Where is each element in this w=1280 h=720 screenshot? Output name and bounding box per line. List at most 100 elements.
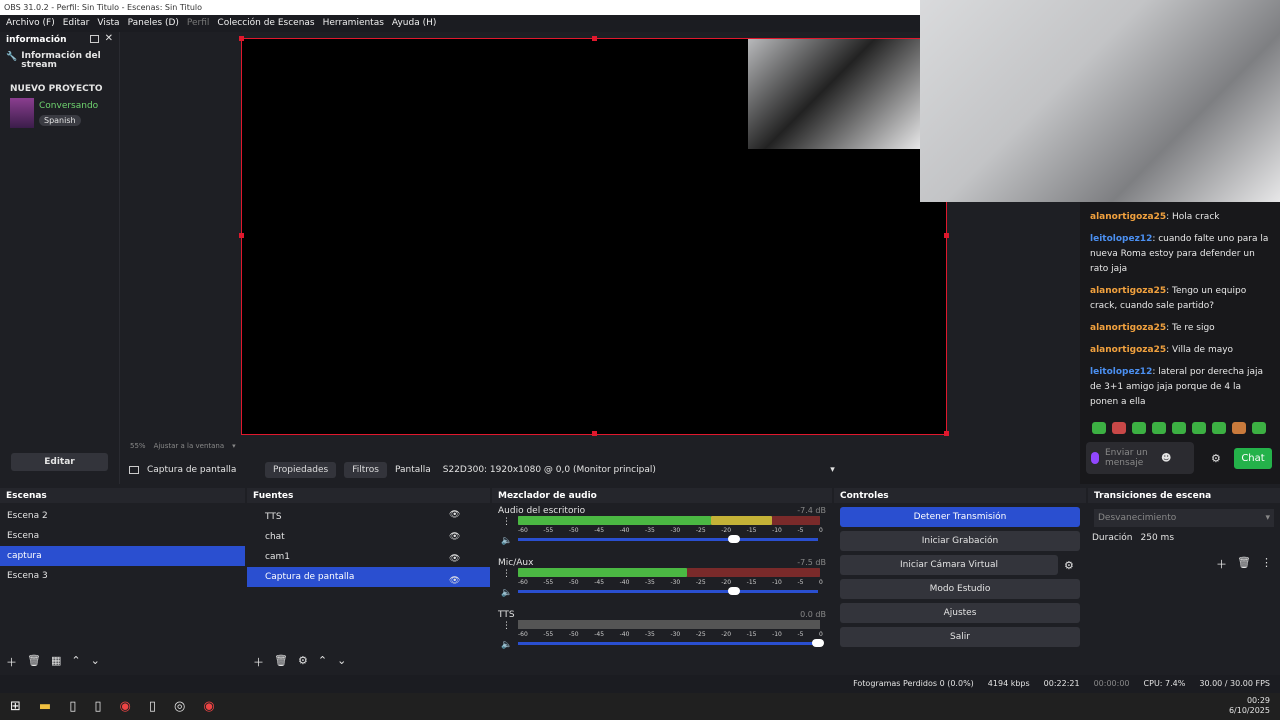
- emote-icon[interactable]: [1112, 422, 1126, 434]
- close-icon[interactable]: ✕: [105, 34, 113, 45]
- menu-file[interactable]: Archivo (F): [2, 15, 59, 32]
- chevron-down-icon: ▾: [1265, 513, 1270, 523]
- menu-tools[interactable]: Herramientas: [319, 15, 388, 32]
- source-toolbar: Captura de pantalla Propiedades Filtros …: [120, 458, 1080, 482]
- emote-icon[interactable]: [1192, 422, 1206, 434]
- chat-username[interactable]: leitolopez12: [1090, 367, 1152, 377]
- chat-input[interactable]: Enviar un mensaje ☻: [1086, 442, 1194, 474]
- menu-help[interactable]: Ayuda (H): [388, 15, 440, 32]
- clock-date: 6/10/2025: [1228, 706, 1270, 715]
- category-name[interactable]: Conversando: [39, 101, 98, 111]
- undock-icon[interactable]: [89, 35, 99, 43]
- sources-toolbar: ＋ 🗑 ⚙ ⌃ ⌄: [253, 654, 346, 670]
- menu-view[interactable]: Vista: [93, 15, 123, 32]
- emote-icon[interactable]: [1232, 422, 1246, 434]
- menu-scene-collection[interactable]: Colección de Escenas: [213, 15, 318, 32]
- gear-icon[interactable]: ⚙: [1064, 559, 1074, 572]
- trash-icon[interactable]: 🗑: [1237, 556, 1251, 572]
- system-clock[interactable]: 00:29 6/10/2025: [1229, 696, 1270, 716]
- trash-icon[interactable]: 🗑: [274, 654, 288, 670]
- windows-start-icon[interactable]: ⊞: [10, 699, 21, 714]
- emote-icon[interactable]: [1152, 422, 1166, 434]
- chrome-icon[interactable]: ◉: [203, 699, 214, 714]
- emote-icon[interactable]: [1252, 422, 1266, 434]
- resize-handle[interactable]: [592, 36, 597, 41]
- settings-button[interactable]: Ajustes: [840, 603, 1080, 623]
- chevron-down-icon: ▾: [830, 465, 835, 475]
- chat-username[interactable]: alanortigoza25: [1090, 345, 1166, 355]
- studio-mode-button[interactable]: Modo Estudio: [840, 579, 1080, 599]
- emote-icon[interactable]: [1212, 422, 1226, 434]
- stream-info-item[interactable]: 🔧 Información del stream: [0, 48, 119, 74]
- menu-edit[interactable]: Editar: [59, 15, 94, 32]
- exit-button[interactable]: Salir: [840, 627, 1080, 647]
- file-explorer-icon[interactable]: ▬: [39, 699, 51, 714]
- resize-handle[interactable]: [239, 233, 244, 238]
- menu-profile[interactable]: Perfil: [183, 15, 214, 32]
- transition-select[interactable]: Desvanecimiento ▾: [1094, 509, 1274, 527]
- project-title: NUEVO PROYECTO: [10, 84, 103, 94]
- gear-icon[interactable]: ⚙: [298, 654, 308, 670]
- duration-label: Duración: [1092, 533, 1133, 543]
- language-tag: Spanish: [39, 115, 81, 126]
- chat-username[interactable]: alanortigoza25: [1090, 212, 1166, 222]
- obs-icon[interactable]: ◎: [174, 699, 185, 714]
- add-icon[interactable]: ＋: [6, 654, 17, 670]
- chat-username[interactable]: alanortigoza25: [1090, 323, 1166, 333]
- category-thumbnail: [10, 98, 34, 128]
- arrow-up-icon[interactable]: ⌃: [71, 654, 80, 670]
- add-icon[interactable]: ＋: [1216, 556, 1227, 572]
- transitions-toolbar: ＋ 🗑 ⋮: [1216, 556, 1272, 572]
- arrow-down-icon[interactable]: ⌄: [91, 654, 100, 670]
- file-icon[interactable]: ▯: [69, 699, 76, 714]
- microphone-icon[interactable]: [1091, 452, 1099, 464]
- file-icon[interactable]: ▯: [94, 699, 101, 714]
- start-virtual-camera-button[interactable]: Iniciar Cámara Virtual: [840, 555, 1058, 575]
- resize-handle[interactable]: [592, 431, 597, 436]
- edit-button[interactable]: Editar: [11, 453, 108, 471]
- sources-title: Fuentes: [247, 488, 490, 503]
- transitions-panel: Transiciones de escena Desvanecimiento ▾ …: [1088, 488, 1280, 670]
- resize-handle[interactable]: [239, 36, 244, 41]
- chat-text: : Villa de mayo: [1166, 345, 1234, 355]
- zoom-level[interactable]: 55%: [130, 442, 146, 450]
- chat-send-button[interactable]: Chat: [1234, 448, 1272, 469]
- mixer-title: Mezclador de audio: [492, 488, 832, 503]
- chat-messages: alanortigoza25: Hola crack leitolopez12:…: [1080, 202, 1280, 410]
- arrow-up-icon[interactable]: ⌃: [318, 654, 327, 670]
- filter-icon[interactable]: ▦: [51, 654, 61, 670]
- arrow-down-icon[interactable]: ⌄: [337, 654, 346, 670]
- trash-icon[interactable]: 🗑: [27, 654, 41, 670]
- stop-stream-button[interactable]: Detener Transmisión: [840, 507, 1080, 527]
- file-icon[interactable]: ▯: [149, 699, 156, 714]
- bitrate: 4194 kbps: [987, 679, 1030, 688]
- gear-icon[interactable]: ⚙: [1211, 452, 1221, 465]
- resize-handle[interactable]: [944, 431, 949, 436]
- more-icon[interactable]: ⋮: [1261, 556, 1272, 572]
- display-label: Pantalla: [394, 465, 431, 475]
- emoji-icon[interactable]: ☻: [1161, 453, 1171, 464]
- chat-text: : Te re sigo: [1166, 323, 1215, 333]
- chevron-down-icon[interactable]: ▾: [232, 442, 236, 450]
- emote-icon[interactable]: [1092, 422, 1106, 434]
- add-icon[interactable]: ＋: [253, 654, 264, 670]
- preview-zoom-bar: 55% Ajustar a la ventana ▾: [130, 442, 236, 450]
- duration-input[interactable]: 250 ms: [1141, 533, 1175, 543]
- filters-button[interactable]: Filtros: [344, 462, 387, 478]
- chat-username[interactable]: alanortigoza25: [1090, 286, 1166, 296]
- taskbar: ⊞ ▬ ▯ ▯ ◉ ▯ ◎ ◉ 00:29 6/10/2025: [0, 693, 1280, 720]
- display-select[interactable]: S22D300: 1920x1080 @ 0,0 (Monitor princi…: [439, 462, 839, 478]
- start-recording-button[interactable]: Iniciar Grabación: [840, 531, 1080, 551]
- emote-icon[interactable]: [1132, 422, 1146, 434]
- clock-time: 00:29: [1246, 696, 1270, 705]
- properties-button[interactable]: Propiedades: [265, 462, 337, 478]
- chat-message: leitolopez12: cuando falte uno para la n…: [1090, 232, 1270, 277]
- chrome-icon[interactable]: ◉: [120, 699, 131, 714]
- menu-docks[interactable]: Paneles (D): [124, 15, 183, 32]
- fit-to-window[interactable]: Ajustar a la ventana: [154, 442, 225, 450]
- info-dock: información ✕ 🔧 Información del stream N…: [0, 32, 120, 484]
- resize-handle[interactable]: [944, 233, 949, 238]
- chat-username[interactable]: leitolopez12: [1090, 234, 1152, 244]
- emote-icon[interactable]: [1172, 422, 1186, 434]
- fps: 30.00 / 30.00 FPS: [1199, 679, 1270, 688]
